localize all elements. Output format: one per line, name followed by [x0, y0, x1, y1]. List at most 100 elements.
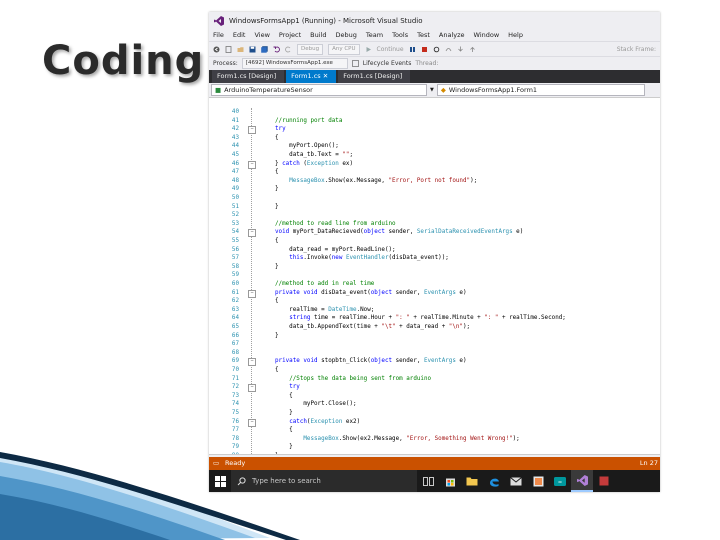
step-over-icon[interactable]: [445, 46, 452, 53]
code-line[interactable]: 59: [209, 271, 660, 280]
code-token: }: [275, 410, 293, 416]
save-icon[interactable]: [249, 46, 256, 53]
undo-icon[interactable]: [273, 46, 280, 53]
code-line[interactable]: 74 myPort.Close();: [209, 400, 660, 409]
redo-icon[interactable]: [285, 46, 292, 53]
menu-debug[interactable]: Debug: [336, 31, 357, 39]
menu-file[interactable]: File: [213, 31, 224, 39]
code-line[interactable]: 50: [209, 194, 660, 203]
class-icon: ◆: [440, 86, 446, 94]
code-line[interactable]: 63 realTime = DateTime.Now;: [209, 306, 660, 315]
arduino-ide-icon[interactable]: ∞: [549, 470, 571, 492]
code-line[interactable]: 79 }: [209, 443, 660, 452]
lifecycle-events-select[interactable]: Lifecycle Events: [363, 60, 412, 67]
code-line[interactable]: 68: [209, 349, 660, 358]
step-out-icon[interactable]: [469, 46, 476, 53]
code-line[interactable]: 75 }: [209, 409, 660, 418]
continue-icon[interactable]: [365, 46, 372, 53]
menu-test[interactable]: Test: [417, 31, 430, 39]
code-token: void: [275, 229, 290, 236]
tab-form1-design[interactable]: Form1.cs [Design]: [212, 70, 285, 83]
app-icon[interactable]: [593, 470, 615, 492]
code-line[interactable]: 54− void myPort_DataRecieved(object sende…: [209, 228, 660, 238]
code-line[interactable]: 76− catch(Exception ex2): [209, 418, 660, 427]
code-token: (disData_event));: [388, 255, 449, 262]
code-line[interactable]: 60 //method to add in real time: [209, 280, 660, 289]
edge-browser-icon[interactable]: [483, 470, 505, 492]
code-line[interactable]: 62 {: [209, 297, 660, 306]
back-icon[interactable]: [213, 46, 220, 53]
menu-help[interactable]: Help: [508, 31, 523, 39]
code-line[interactable]: 73 {: [209, 392, 660, 401]
code-line[interactable]: 47 {: [209, 168, 660, 177]
code-line[interactable]: 46−} catch (Exception ex): [209, 160, 660, 169]
code-line[interactable]: 51}: [209, 203, 660, 212]
line-number: 49: [231, 186, 239, 193]
code-token: object: [370, 358, 393, 365]
menu-edit[interactable]: Edit: [233, 31, 246, 39]
tab-form1-cs[interactable]: Form1.cs ✕: [286, 70, 337, 83]
code-line[interactable]: 64 string time = realTime.Hour + ": " + …: [209, 314, 660, 323]
code-line[interactable]: 70 {: [209, 366, 660, 375]
process-select[interactable]: [4692] WindowsFormsApp1.exe: [241, 58, 348, 69]
code-line[interactable]: 78 MessageBox.Show(ex2.Message, "Error, …: [209, 435, 660, 444]
photos-icon[interactable]: [527, 470, 549, 492]
menu-team[interactable]: Team: [366, 31, 383, 39]
restart-icon[interactable]: [433, 46, 440, 53]
code-line[interactable]: 43 {: [209, 134, 660, 143]
menu-window[interactable]: Window: [474, 31, 500, 39]
code-token: (: [299, 160, 307, 167]
code-line[interactable]: 57 this.Invoke(new EventHandler(disData_…: [209, 254, 660, 263]
continue-button[interactable]: Continue: [377, 46, 404, 53]
configuration-select[interactable]: Debug: [297, 43, 324, 55]
file-explorer-icon[interactable]: [461, 470, 483, 492]
visual-studio-taskbar-icon[interactable]: [571, 470, 593, 492]
new-file-icon[interactable]: [225, 45, 232, 53]
windows-start-icon[interactable]: [209, 470, 231, 492]
code-line[interactable]: 72− try: [209, 383, 660, 393]
code-line[interactable]: 65 data_tb.AppendText(time + "\t" + data…: [209, 323, 660, 332]
code-line[interactable]: 61− private void disData_event(object sen…: [209, 289, 660, 298]
taskbar-search-box[interactable]: Type here to search: [231, 470, 417, 492]
line-number: 46: [231, 160, 239, 167]
code-line[interactable]: 56 data_read = myPort.ReadLine();: [209, 246, 660, 255]
code-line[interactable]: 67: [209, 340, 660, 349]
code-line[interactable]: 69− private void stopbtn_Click(object sen…: [209, 357, 660, 367]
menu-view[interactable]: View: [254, 31, 269, 39]
break-all-icon[interactable]: [409, 46, 416, 53]
menu-build[interactable]: Build: [310, 31, 326, 39]
code-line[interactable]: 42− try: [209, 125, 660, 135]
menu-tools[interactable]: Tools: [392, 31, 408, 39]
type-dropdown[interactable]: ◆ WindowsFormsApp1.Form1: [436, 84, 645, 96]
open-folder-icon[interactable]: [237, 46, 244, 53]
stop-debugging-icon[interactable]: [421, 46, 428, 53]
close-tab-icon[interactable]: ✕: [323, 72, 328, 80]
code-line[interactable]: 58}: [209, 263, 660, 272]
code-editor[interactable]: 40 41 //running port data 42− try 43 {44 myPor…: [209, 108, 660, 454]
code-token: }: [275, 203, 279, 210]
step-into-icon[interactable]: [457, 46, 464, 53]
menu-analyze[interactable]: Analyze: [439, 31, 465, 39]
code-line[interactable]: 77 {: [209, 426, 660, 435]
code-line[interactable]: 66}: [209, 332, 660, 341]
code-line[interactable]: 41 //running port data: [209, 117, 660, 126]
platform-select[interactable]: Any CPU: [328, 43, 360, 55]
code-line[interactable]: 40: [209, 108, 660, 117]
code-line[interactable]: 71 //Stops the data being sent from ardu…: [209, 375, 660, 384]
code-token: );: [512, 435, 520, 442]
code-line[interactable]: 44 myPort.Open();: [209, 142, 660, 151]
task-view-icon[interactable]: [417, 470, 439, 492]
code-line[interactable]: 53 //method to read line from arduino: [209, 220, 660, 229]
project-dropdown[interactable]: ■ ArduinoTemperatureSensor: [211, 84, 427, 96]
code-text: string time = realTime.Hour + ": " + rea…: [275, 314, 566, 323]
save-all-icon[interactable]: [261, 45, 268, 53]
code-line[interactable]: 52: [209, 211, 660, 220]
code-line[interactable]: 45 data_tb.Text = "";: [209, 151, 660, 160]
tab-form1-design-2[interactable]: Form1.cs [Design]: [338, 70, 411, 83]
code-line[interactable]: 55 {: [209, 237, 660, 246]
mail-icon[interactable]: [505, 470, 527, 492]
menu-project[interactable]: Project: [279, 31, 301, 39]
store-icon[interactable]: [439, 470, 461, 492]
code-line[interactable]: 48 MessageBox.Show(ex.Message, "Error, P…: [209, 177, 660, 186]
code-line[interactable]: 49}: [209, 185, 660, 194]
